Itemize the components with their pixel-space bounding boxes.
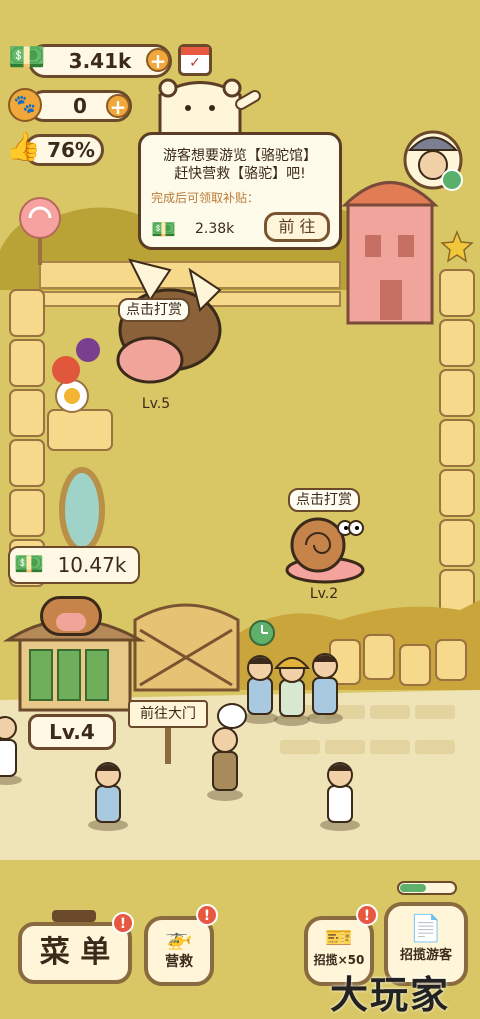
rescue-alert-badge: ! [196,904,218,926]
snail-character [285,517,365,584]
rescue-label: 营救 [165,954,193,970]
shop-keeper [40,596,102,636]
paw-icon: 🐾 [8,88,42,122]
calendar-icon[interactable]: ✓ [178,44,212,76]
shop-level: Lv.4 [49,720,95,744]
menu-label: 菜 单 [39,935,111,970]
gate-sign[interactable]: 前往大门 [128,700,208,728]
bear-character [158,78,261,142]
thumbs-up-icon: 👍 [6,130,41,163]
ticket-icon: 🎫 [325,926,353,951]
watermark: 大玩家 [330,973,451,1017]
recruit-alert-badge: ! [356,904,378,926]
add-money-button[interactable]: + [146,48,170,72]
flyer-icon: 📄 [409,914,443,944]
cash-icon: 💵 [151,217,176,241]
tip-bubble-hedgehog[interactable]: 点击打赏 [118,298,190,322]
shop-income-box[interactable]: 💵 10.47k [8,546,140,584]
tip-bubble-snail[interactable]: 点击打赏 [288,488,360,512]
hedgehog-level: Lv.5 [141,396,171,412]
quest-line-2: 赶快营救【骆驼】吧! [174,166,306,182]
snail-level: Lv.2 [309,586,339,602]
quest-go-button[interactable]: 前 往 [264,212,330,242]
cash-icon: 💵 [8,40,46,75]
add-paw-button[interactable]: + [106,94,130,118]
clipboard-clip-icon [52,910,96,922]
reward-value: 2.38k [195,221,235,237]
rescue-button[interactable]: 🚁 营救 [144,916,214,986]
menu-alert-badge: ! [112,912,134,934]
shop-level-box: Lv.4 [28,714,116,750]
cash-icon: 💵 [14,550,44,578]
sign-post [165,728,171,764]
reward-label: 完成后可领取补贴： [151,191,260,205]
quest-line-1: 游客想要游览【骆驼馆】 [163,148,317,164]
game-scene: 3.41k 💵 + ✓ 0 🐾 + 76% 👍 游客想要游览【骆驼馆】 赶快营救… [0,0,480,1017]
recruit-visitors-label: 招揽游客 [399,948,452,963]
helicopter-icon: 🚁 [165,926,193,951]
